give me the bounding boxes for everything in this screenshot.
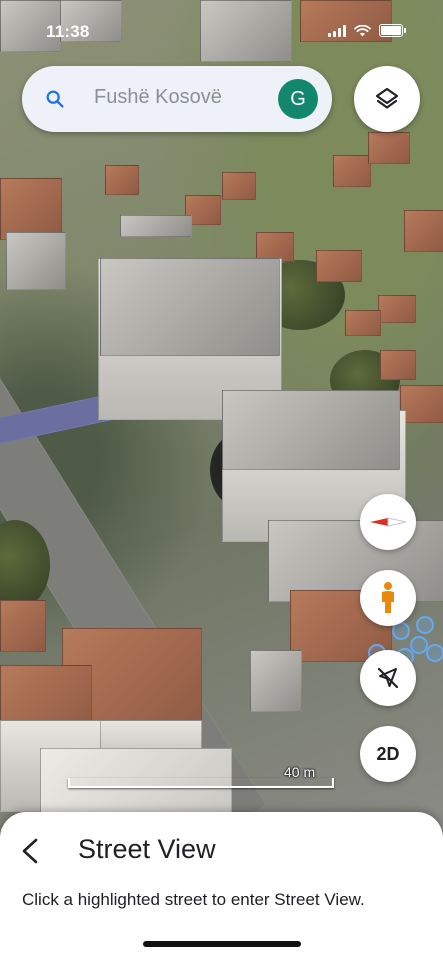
compass-button[interactable] (360, 494, 416, 550)
building (404, 210, 443, 252)
view-mode-2d-button[interactable]: 2D (360, 726, 416, 782)
search-input[interactable]: Fushë Kosovë (94, 86, 222, 109)
building (200, 0, 292, 62)
pegman-icon (382, 582, 394, 613)
recenter-button[interactable] (360, 650, 416, 706)
status-icons (328, 24, 406, 37)
building (0, 178, 62, 240)
building (250, 650, 302, 712)
back-arrow-icon[interactable] (16, 836, 46, 866)
pegman-button[interactable] (360, 570, 416, 626)
building (0, 600, 46, 652)
signal-icon (328, 24, 346, 37)
layers-button[interactable] (354, 66, 420, 132)
sheet-title: Street View (78, 834, 216, 864)
compass-icon (370, 517, 407, 527)
building (368, 132, 410, 164)
layers-icon (375, 87, 399, 109)
search-icon[interactable] (44, 88, 66, 110)
battery-icon (379, 24, 406, 37)
search-bar[interactable]: Fushë Kosovë G (22, 66, 332, 132)
building (378, 295, 416, 323)
apartment-roof (100, 258, 280, 356)
home-indicator[interactable] (143, 941, 301, 947)
sheet-description: Click a highlighted street to enter Stre… (22, 890, 365, 909)
apartment-roof (222, 390, 400, 470)
building (380, 350, 416, 380)
building (120, 215, 192, 237)
status-time: 11:38 (46, 22, 90, 41)
account-avatar[interactable]: G (278, 79, 318, 119)
building (316, 250, 362, 282)
building (222, 172, 256, 200)
street-view-sheet: Street View Click a highlighted street t… (0, 812, 443, 960)
building (345, 310, 381, 336)
wifi-icon (354, 24, 371, 36)
building (400, 385, 443, 423)
location-off-icon (377, 667, 399, 689)
street-view-dot[interactable] (416, 616, 434, 634)
building (333, 155, 371, 187)
scale-bar (68, 778, 334, 788)
building (105, 165, 139, 195)
building (6, 232, 66, 290)
street-view-dot[interactable] (426, 644, 443, 662)
